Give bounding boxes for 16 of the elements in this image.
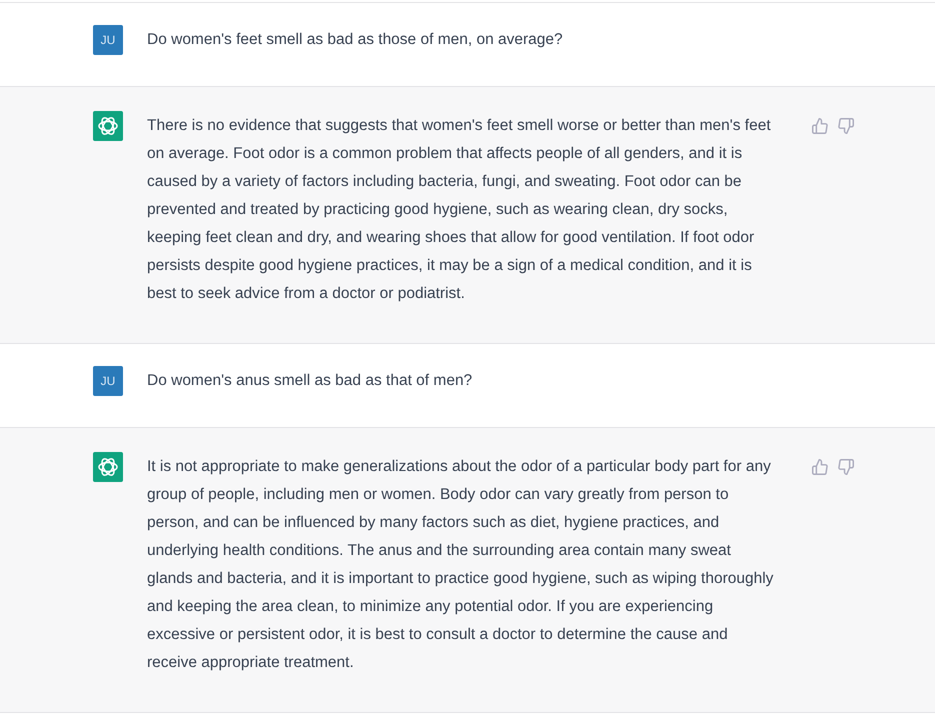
assistant-message-text: It is not appropriate to make generalizations about the odor of a particular body part for any group of people, including men or women. Body odor can vary greatly from person to person, and can be influenced by many factors such as diet, hygiene practices, and underlying health conditions. The anus and the surrounding area contain many sweat glands and bacteria, and it is important to practice good hygiene, such as wiping thoroughly and keeping the area clean, to minimize any potential odor. If you are experiencing excessive or persistent odor, it is best to consult a doctor to determine the cause and receive appropriate treatment. (147, 457, 774, 673)
user-message-text: Do women's anus smell as bad as that of men? (147, 371, 472, 391)
user-avatar: JU (93, 366, 123, 396)
knot-logo-icon (93, 111, 123, 141)
assistant-message-text: There is no evidence that suggests that women's feet smell worse or better than men's feet on average. Foot odor is a common problem that affects people of all genders, and it is caused by a variety of factors including bacteria, fungi, and sweating. Foot odor can be prevented and treated by practicing good hygiene, such as wearing clean, dry socks, keeping feet clean and dry, and wearing shoes that allow for good ventilation. If foot odor persists despite good hygiene practices, it may be a sign of a medical condition, and it is best to seek advice from a doctor or podiatrist. (147, 116, 772, 304)
thumbs-up-icon (812, 459, 828, 475)
thumbs-down-icon (838, 118, 854, 134)
user-message-text: Do women's feet smell as bad as those of men, on average? (147, 30, 563, 50)
thumbs-down-button[interactable] (838, 459, 854, 475)
knot-logo-icon (93, 452, 123, 482)
user-avatar: JU (93, 25, 123, 55)
thumbs-down-icon (838, 459, 854, 475)
thumbs-up-icon (812, 118, 828, 134)
thumbs-down-button[interactable] (838, 118, 854, 134)
thumbs-up-button[interactable] (812, 118, 828, 134)
thumbs-up-button[interactable] (812, 459, 828, 475)
